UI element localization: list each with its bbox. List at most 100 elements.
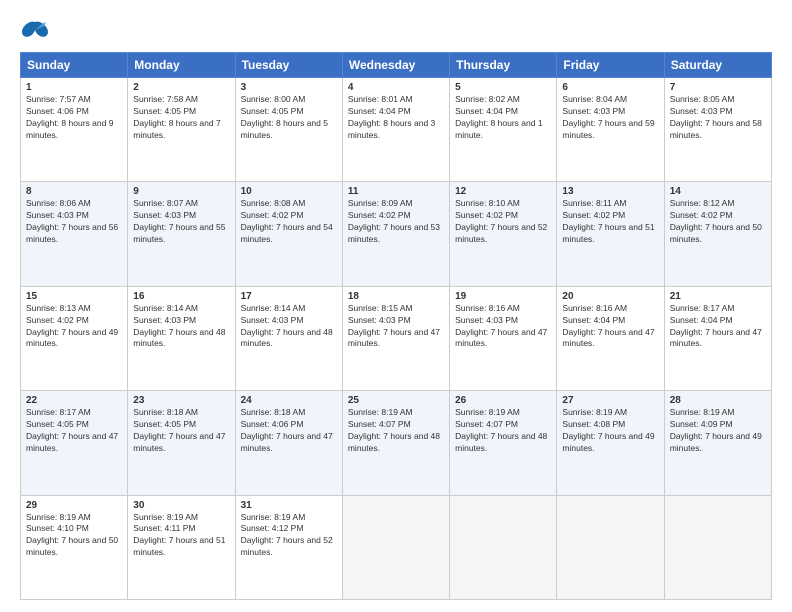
calendar-day-cell: 13Sunrise: 8:11 AM Sunset: 4:02 PM Dayli… (557, 182, 664, 286)
day-info: Sunrise: 8:05 AM Sunset: 4:03 PM Dayligh… (670, 94, 766, 142)
day-number: 27 (562, 395, 658, 406)
day-number: 21 (670, 291, 766, 302)
calendar-day-cell: 24Sunrise: 8:18 AM Sunset: 4:06 PM Dayli… (235, 391, 342, 495)
calendar-day-cell: 15Sunrise: 8:13 AM Sunset: 4:02 PM Dayli… (21, 286, 128, 390)
calendar-day-cell: 12Sunrise: 8:10 AM Sunset: 4:02 PM Dayli… (450, 182, 557, 286)
calendar-day-cell: 8Sunrise: 8:06 AM Sunset: 4:03 PM Daylig… (21, 182, 128, 286)
calendar-day-cell: 17Sunrise: 8:14 AM Sunset: 4:03 PM Dayli… (235, 286, 342, 390)
day-info: Sunrise: 8:19 AM Sunset: 4:07 PM Dayligh… (455, 407, 551, 455)
calendar-day-cell: 21Sunrise: 8:17 AM Sunset: 4:04 PM Dayli… (664, 286, 771, 390)
calendar-day-cell: 9Sunrise: 8:07 AM Sunset: 4:03 PM Daylig… (128, 182, 235, 286)
calendar-day-cell: 23Sunrise: 8:18 AM Sunset: 4:05 PM Dayli… (128, 391, 235, 495)
day-info: Sunrise: 8:14 AM Sunset: 4:03 PM Dayligh… (241, 303, 337, 351)
day-info: Sunrise: 7:58 AM Sunset: 4:05 PM Dayligh… (133, 94, 229, 142)
day-info: Sunrise: 8:19 AM Sunset: 4:08 PM Dayligh… (562, 407, 658, 455)
day-number: 1 (26, 82, 122, 93)
day-info: Sunrise: 8:16 AM Sunset: 4:04 PM Dayligh… (562, 303, 658, 351)
calendar-table: SundayMondayTuesdayWednesdayThursdayFrid… (20, 52, 772, 600)
calendar-day-cell: 29Sunrise: 8:19 AM Sunset: 4:10 PM Dayli… (21, 495, 128, 599)
day-info: Sunrise: 8:13 AM Sunset: 4:02 PM Dayligh… (26, 303, 122, 351)
day-number: 29 (26, 500, 122, 511)
logo-icon (20, 18, 50, 42)
day-number: 6 (562, 82, 658, 93)
day-info: Sunrise: 8:09 AM Sunset: 4:02 PM Dayligh… (348, 198, 444, 246)
day-info: Sunrise: 8:07 AM Sunset: 4:03 PM Dayligh… (133, 198, 229, 246)
day-number: 5 (455, 82, 551, 93)
calendar-day-cell: 14Sunrise: 8:12 AM Sunset: 4:02 PM Dayli… (664, 182, 771, 286)
calendar-day-cell: 2Sunrise: 7:58 AM Sunset: 4:05 PM Daylig… (128, 78, 235, 182)
day-number: 28 (670, 395, 766, 406)
calendar-week-row: 8Sunrise: 8:06 AM Sunset: 4:03 PM Daylig… (21, 182, 772, 286)
calendar-day-cell: 1Sunrise: 7:57 AM Sunset: 4:06 PM Daylig… (21, 78, 128, 182)
day-info: Sunrise: 8:18 AM Sunset: 4:06 PM Dayligh… (241, 407, 337, 455)
weekday-header-saturday: Saturday (664, 53, 771, 78)
day-number: 18 (348, 291, 444, 302)
calendar-day-cell: 3Sunrise: 8:00 AM Sunset: 4:05 PM Daylig… (235, 78, 342, 182)
day-number: 15 (26, 291, 122, 302)
day-info: Sunrise: 8:02 AM Sunset: 4:04 PM Dayligh… (455, 94, 551, 142)
day-number: 13 (562, 186, 658, 197)
day-number: 8 (26, 186, 122, 197)
calendar-day-cell: 19Sunrise: 8:16 AM Sunset: 4:03 PM Dayli… (450, 286, 557, 390)
day-number: 11 (348, 186, 444, 197)
calendar-day-cell: 28Sunrise: 8:19 AM Sunset: 4:09 PM Dayli… (664, 391, 771, 495)
day-number: 4 (348, 82, 444, 93)
calendar-day-cell (664, 495, 771, 599)
day-number: 2 (133, 82, 229, 93)
weekday-header-friday: Friday (557, 53, 664, 78)
day-info: Sunrise: 8:15 AM Sunset: 4:03 PM Dayligh… (348, 303, 444, 351)
calendar-day-cell: 30Sunrise: 8:19 AM Sunset: 4:11 PM Dayli… (128, 495, 235, 599)
calendar-day-cell: 25Sunrise: 8:19 AM Sunset: 4:07 PM Dayli… (342, 391, 449, 495)
day-number: 16 (133, 291, 229, 302)
day-info: Sunrise: 8:14 AM Sunset: 4:03 PM Dayligh… (133, 303, 229, 351)
weekday-header-tuesday: Tuesday (235, 53, 342, 78)
day-info: Sunrise: 8:17 AM Sunset: 4:05 PM Dayligh… (26, 407, 122, 455)
day-number: 14 (670, 186, 766, 197)
calendar-day-cell: 31Sunrise: 8:19 AM Sunset: 4:12 PM Dayli… (235, 495, 342, 599)
calendar-day-cell (342, 495, 449, 599)
calendar-day-cell: 16Sunrise: 8:14 AM Sunset: 4:03 PM Dayli… (128, 286, 235, 390)
day-info: Sunrise: 8:08 AM Sunset: 4:02 PM Dayligh… (241, 198, 337, 246)
calendar-day-cell: 6Sunrise: 8:04 AM Sunset: 4:03 PM Daylig… (557, 78, 664, 182)
calendar-day-cell: 18Sunrise: 8:15 AM Sunset: 4:03 PM Dayli… (342, 286, 449, 390)
day-info: Sunrise: 8:16 AM Sunset: 4:03 PM Dayligh… (455, 303, 551, 351)
day-number: 31 (241, 500, 337, 511)
day-info: Sunrise: 8:01 AM Sunset: 4:04 PM Dayligh… (348, 94, 444, 142)
day-info: Sunrise: 8:19 AM Sunset: 4:11 PM Dayligh… (133, 512, 229, 560)
day-info: Sunrise: 8:04 AM Sunset: 4:03 PM Dayligh… (562, 94, 658, 142)
header (20, 18, 772, 42)
calendar-day-cell: 11Sunrise: 8:09 AM Sunset: 4:02 PM Dayli… (342, 182, 449, 286)
day-number: 22 (26, 395, 122, 406)
calendar-week-row: 1Sunrise: 7:57 AM Sunset: 4:06 PM Daylig… (21, 78, 772, 182)
day-number: 7 (670, 82, 766, 93)
day-number: 17 (241, 291, 337, 302)
calendar-week-row: 22Sunrise: 8:17 AM Sunset: 4:05 PM Dayli… (21, 391, 772, 495)
day-number: 10 (241, 186, 337, 197)
day-number: 3 (241, 82, 337, 93)
day-info: Sunrise: 8:06 AM Sunset: 4:03 PM Dayligh… (26, 198, 122, 246)
calendar-day-cell: 10Sunrise: 8:08 AM Sunset: 4:02 PM Dayli… (235, 182, 342, 286)
calendar-day-cell: 26Sunrise: 8:19 AM Sunset: 4:07 PM Dayli… (450, 391, 557, 495)
logo (20, 18, 54, 42)
calendar-header: SundayMondayTuesdayWednesdayThursdayFrid… (21, 53, 772, 78)
calendar-day-cell: 20Sunrise: 8:16 AM Sunset: 4:04 PM Dayli… (557, 286, 664, 390)
weekday-header-thursday: Thursday (450, 53, 557, 78)
weekday-header-monday: Monday (128, 53, 235, 78)
day-info: Sunrise: 8:19 AM Sunset: 4:12 PM Dayligh… (241, 512, 337, 560)
calendar-day-cell: 27Sunrise: 8:19 AM Sunset: 4:08 PM Dayli… (557, 391, 664, 495)
calendar-body: 1Sunrise: 7:57 AM Sunset: 4:06 PM Daylig… (21, 78, 772, 600)
day-info: Sunrise: 7:57 AM Sunset: 4:06 PM Dayligh… (26, 94, 122, 142)
day-info: Sunrise: 8:11 AM Sunset: 4:02 PM Dayligh… (562, 198, 658, 246)
day-number: 9 (133, 186, 229, 197)
calendar-day-cell: 5Sunrise: 8:02 AM Sunset: 4:04 PM Daylig… (450, 78, 557, 182)
day-info: Sunrise: 8:00 AM Sunset: 4:05 PM Dayligh… (241, 94, 337, 142)
day-number: 30 (133, 500, 229, 511)
day-number: 24 (241, 395, 337, 406)
day-number: 23 (133, 395, 229, 406)
page: SundayMondayTuesdayWednesdayThursdayFrid… (0, 0, 792, 612)
calendar-day-cell: 4Sunrise: 8:01 AM Sunset: 4:04 PM Daylig… (342, 78, 449, 182)
day-info: Sunrise: 8:17 AM Sunset: 4:04 PM Dayligh… (670, 303, 766, 351)
weekday-header-sunday: Sunday (21, 53, 128, 78)
calendar-day-cell: 22Sunrise: 8:17 AM Sunset: 4:05 PM Dayli… (21, 391, 128, 495)
day-info: Sunrise: 8:12 AM Sunset: 4:02 PM Dayligh… (670, 198, 766, 246)
